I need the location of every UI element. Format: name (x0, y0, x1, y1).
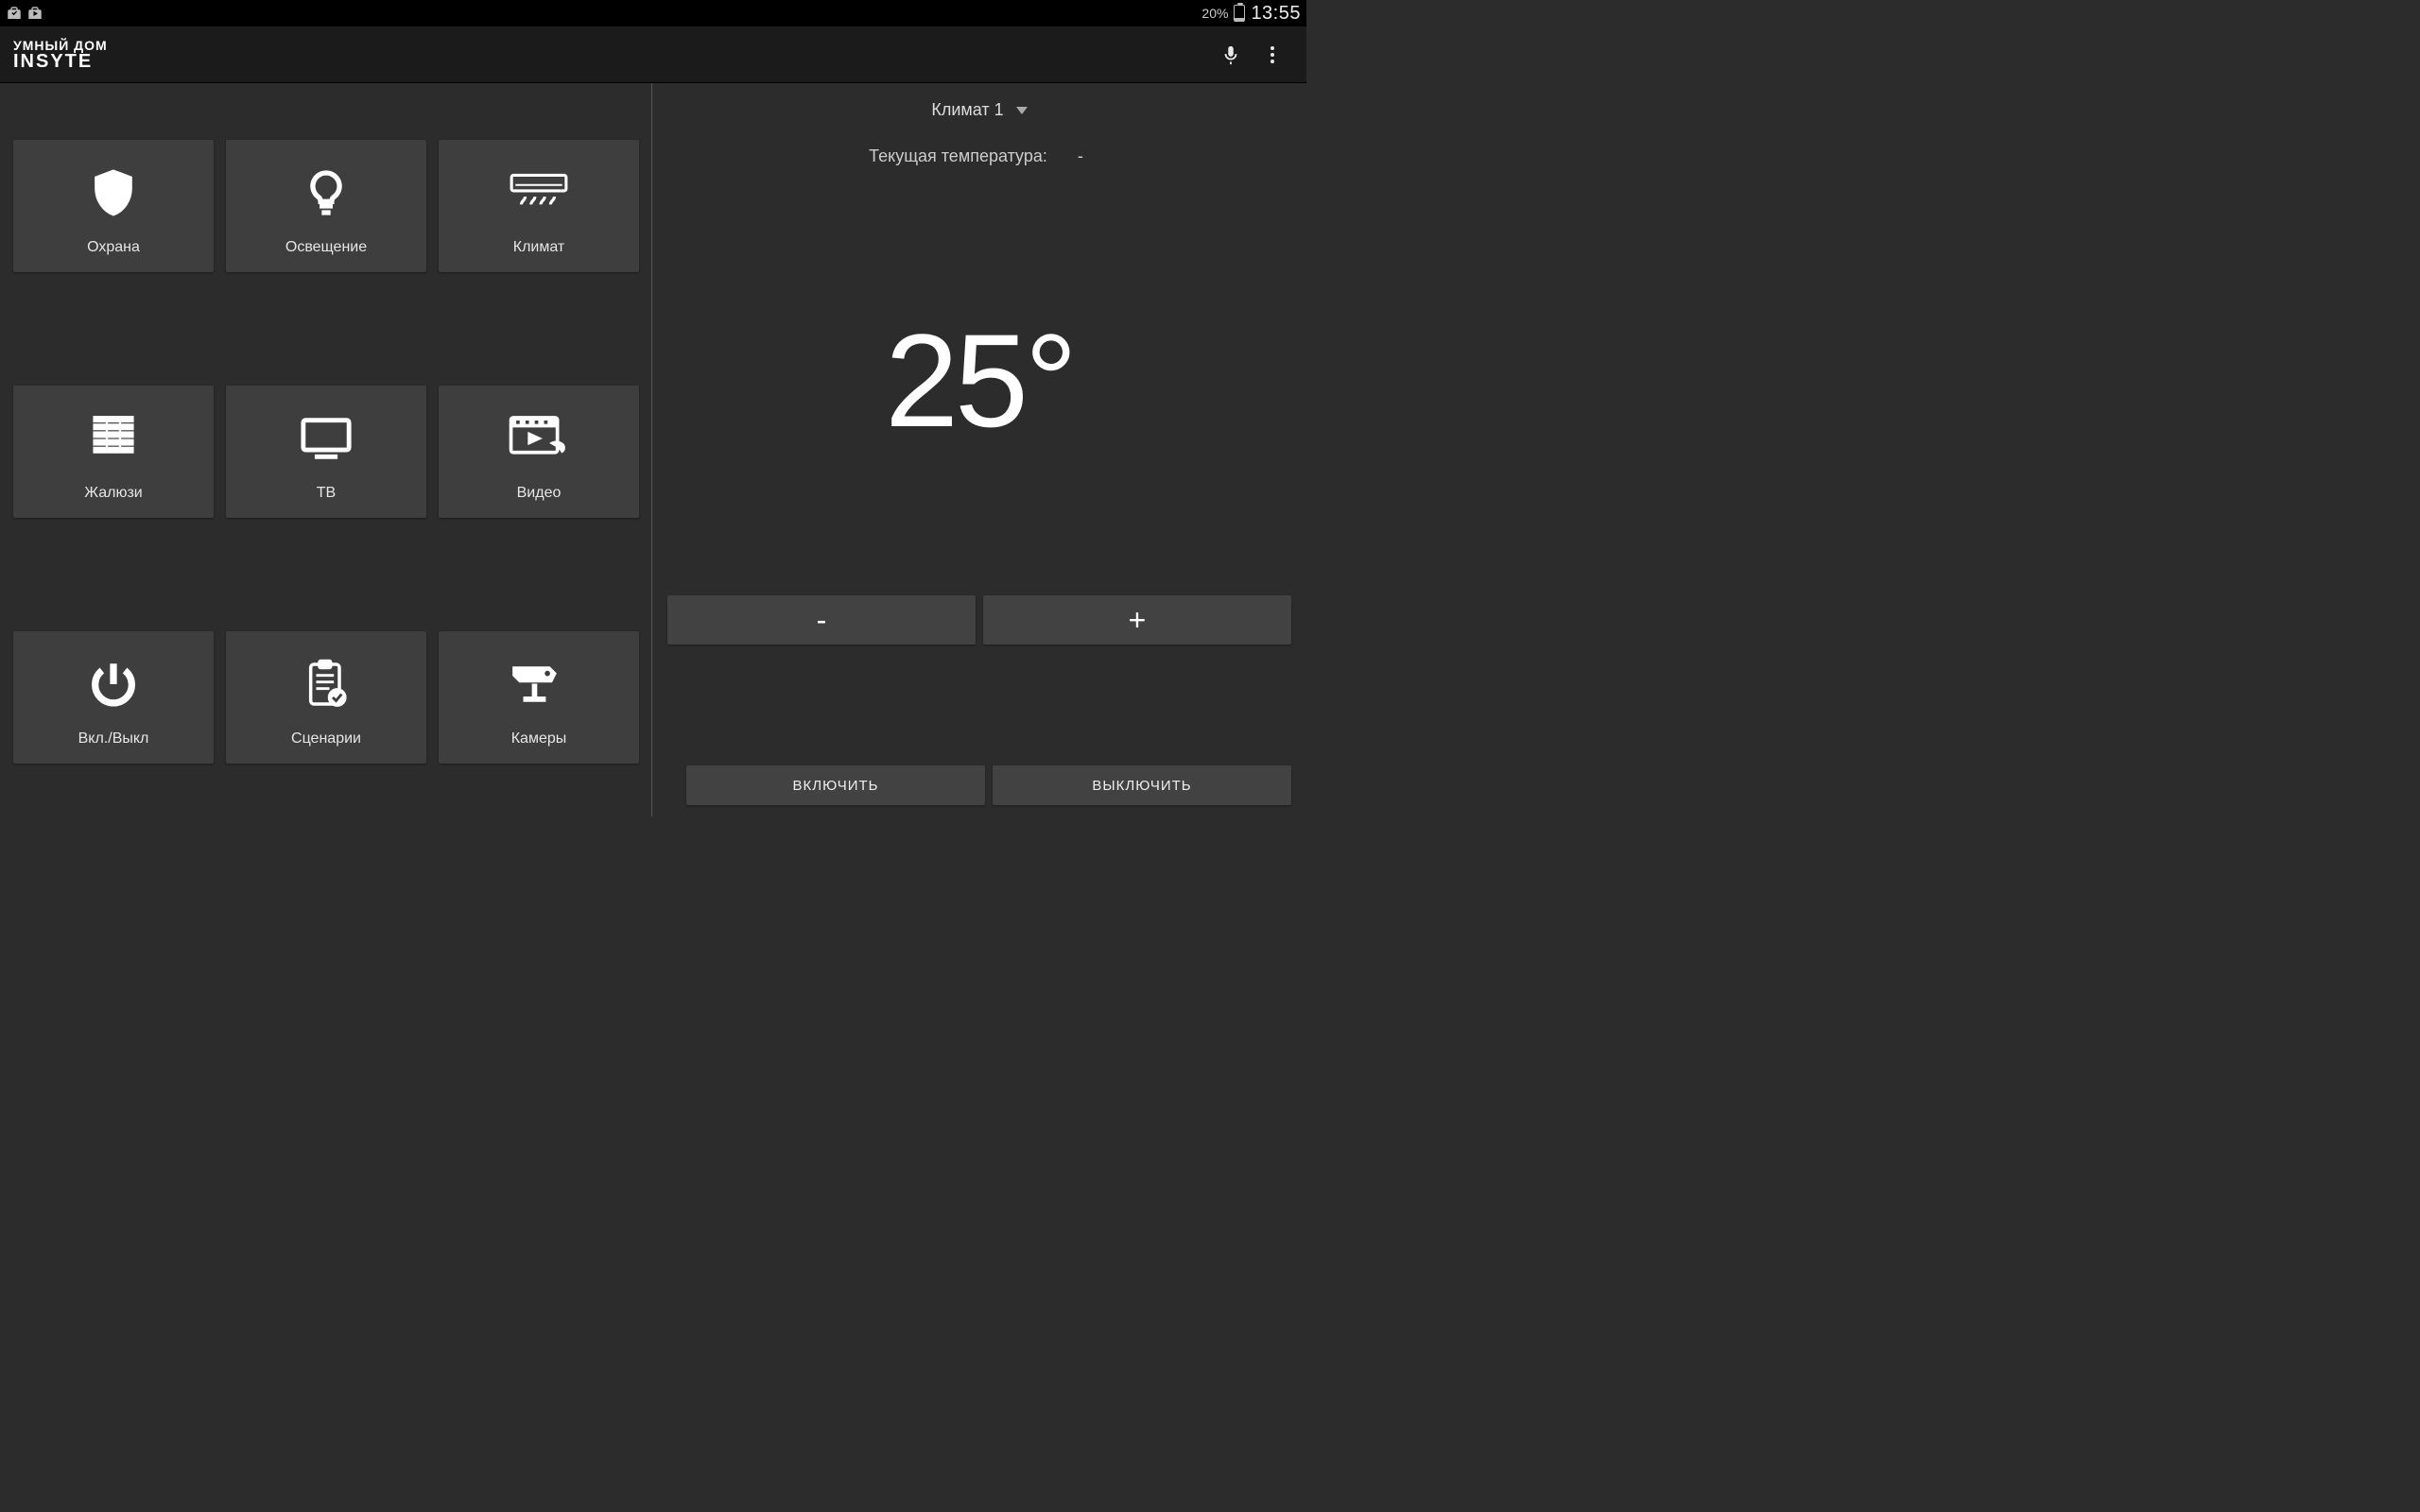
tile-tv[interactable]: ТВ (226, 386, 426, 518)
tile-label: Вкл./Выкл (78, 730, 149, 747)
chevron-down-icon (1016, 107, 1028, 114)
tile-label: Сценарии (291, 730, 361, 747)
tv-icon (295, 407, 357, 470)
bulb-icon (295, 162, 357, 224)
tile-label: ТВ (317, 485, 336, 502)
brand-subtitle: INSYTE (13, 52, 108, 71)
video-touch-icon (508, 407, 570, 470)
tile-climate[interactable]: Климат (439, 140, 639, 272)
tile-label: Климат (513, 239, 564, 256)
battery-icon (1234, 5, 1245, 22)
power-icon (82, 653, 145, 715)
climate-panel: Климат 1 Текущая температура: - 25° - + … (652, 83, 1306, 816)
setpoint-display: 25° (667, 166, 1291, 595)
tile-onoff[interactable]: Вкл./Выкл (13, 631, 214, 764)
mic-icon (1220, 43, 1241, 67)
tile-video[interactable]: Видео (439, 386, 639, 518)
shield-check-icon (82, 162, 145, 224)
status-clock: 13:55 (1251, 3, 1301, 25)
climate-zone-selector[interactable]: Климат 1 (667, 100, 1291, 120)
tile-security[interactable]: Охрана (13, 140, 214, 272)
voice-button[interactable] (1210, 34, 1252, 76)
temp-plus-button[interactable]: + (983, 595, 1291, 644)
tile-label: Освещение (285, 239, 367, 256)
blinds-icon (82, 407, 145, 470)
store-icon (6, 5, 23, 22)
climate-zone-label: Климат 1 (931, 100, 1003, 119)
turn-off-button[interactable]: ВЫКЛЮЧИТЬ (993, 765, 1291, 805)
tile-label: Видео (517, 485, 562, 502)
tile-blinds[interactable]: Жалюзи (13, 386, 214, 518)
cctv-icon (508, 653, 570, 715)
setpoint-value: 25° (885, 304, 1074, 457)
tile-label: Охрана (87, 239, 140, 256)
battery-percent: 20% (1201, 6, 1228, 21)
tile-grid-pane: Охрана Освещение Климат (0, 83, 652, 816)
clipboard-check-icon (295, 653, 357, 715)
android-status-bar: 20% 13:55 (0, 0, 1306, 26)
store-play-icon (26, 5, 43, 22)
brand-logo: УМНЫЙ ДОМ INSYTE (13, 39, 108, 71)
tile-cameras[interactable]: Камеры (439, 631, 639, 764)
tile-label: Камеры (511, 730, 567, 747)
temp-minus-button[interactable]: - (667, 595, 976, 644)
tile-label: Жалюзи (84, 485, 142, 502)
current-temp-label: Текущая температура: (869, 146, 1047, 165)
tile-scenes[interactable]: Сценарии (226, 631, 426, 764)
current-temp-row: Текущая температура: - (667, 146, 1291, 166)
tile-lighting[interactable]: Освещение (226, 140, 426, 272)
app-action-bar: УМНЫЙ ДОМ INSYTE (0, 26, 1306, 83)
current-temp-value: - (1071, 146, 1090, 166)
turn-on-button[interactable]: ВКЛЮЧИТЬ (686, 765, 985, 805)
brand-title: УМНЫЙ ДОМ (13, 39, 108, 52)
more-vert-icon (1270, 43, 1274, 66)
ac-icon (508, 162, 570, 224)
overflow-menu-button[interactable] (1252, 34, 1293, 76)
